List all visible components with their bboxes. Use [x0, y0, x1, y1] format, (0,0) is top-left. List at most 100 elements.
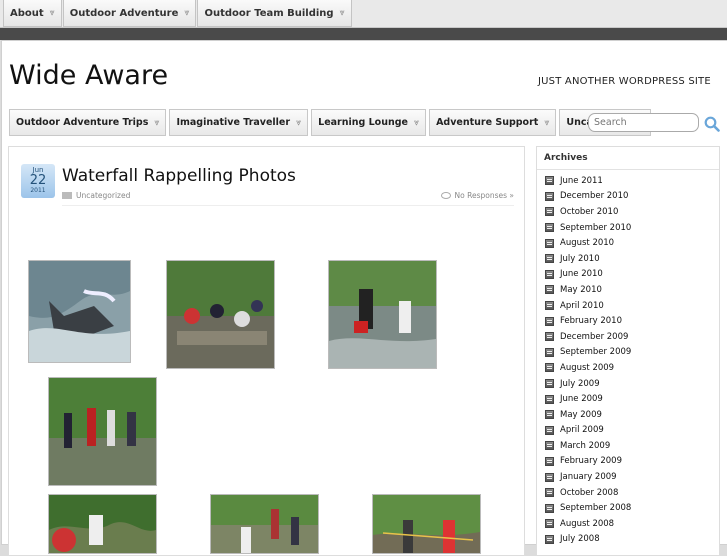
archive-link[interactable]: April 2009	[560, 425, 604, 435]
top-navigation: About ⩔ Outdoor Adventure ⩔ Outdoor Team B…	[0, 0, 727, 28]
archive-link[interactable]: February 2009	[560, 456, 622, 466]
nav-label: Adventure Support	[436, 117, 539, 128]
archive-item[interactable]: February 2010	[537, 313, 719, 329]
photo-hikers-trail[interactable]	[210, 494, 319, 554]
archive-item[interactable]: February 2009	[537, 454, 719, 470]
archive-item[interactable]: October 2010	[537, 204, 719, 220]
archives-heading: Archives	[537, 147, 719, 170]
archive-link[interactable]: March 2009	[560, 441, 610, 451]
top-nav-label: About	[10, 7, 44, 19]
header-divider-band	[0, 28, 727, 40]
site-title[interactable]: Wide Aware	[9, 60, 168, 91]
top-nav-label: Outdoor Adventure	[69, 7, 179, 19]
archive-link[interactable]: June 2011	[560, 176, 603, 186]
chevron-down-icon: ⩔	[413, 117, 420, 128]
nav-learning-lounge[interactable]: Learning Lounge ⩔	[311, 109, 427, 136]
top-nav-outdoor-team-building[interactable]: Outdoor Team Building ⩔	[197, 0, 352, 27]
nav-imaginative-traveller[interactable]: Imaginative Traveller ⩔	[169, 109, 309, 136]
archive-item[interactable]: September 2010	[537, 220, 719, 236]
archive-item[interactable]: January 2009	[537, 469, 719, 485]
archive-link[interactable]: July 2008	[560, 534, 600, 544]
top-nav-about[interactable]: About ⩔	[3, 0, 62, 27]
archive-item[interactable]: June 2011	[537, 173, 719, 189]
archive-link[interactable]: June 2009	[560, 394, 603, 404]
category-link[interactable]: Uncategorized	[76, 191, 130, 200]
main-navigation: Outdoor Adventure Trips ⩔ Imaginative Tra…	[9, 109, 654, 136]
archive-link[interactable]: April 2010	[560, 301, 604, 311]
archive-icon	[545, 332, 554, 342]
archive-link[interactable]: October 2008	[560, 488, 618, 498]
archive-link[interactable]: May 2009	[560, 410, 602, 420]
archive-item[interactable]: May 2009	[537, 407, 719, 423]
date-year: 2011	[30, 187, 46, 194]
archive-link[interactable]: August 2009	[560, 363, 614, 373]
archive-link[interactable]: September 2010	[560, 223, 631, 233]
archive-icon	[545, 238, 554, 248]
post-title[interactable]: Waterfall Rappelling Photos	[62, 166, 296, 186]
post-meta: Uncategorized No Responses »	[62, 190, 514, 206]
post-responses: No Responses »	[440, 191, 514, 200]
archive-link[interactable]: August 2010	[560, 238, 614, 248]
archive-item[interactable]: December 2009	[537, 329, 719, 345]
photo-rappel-instructor[interactable]	[372, 494, 481, 554]
archive-icon	[545, 519, 554, 529]
archive-icon	[545, 488, 554, 498]
archive-item[interactable]: July 2009	[537, 376, 719, 392]
archive-item[interactable]: August 2008	[537, 516, 719, 532]
archive-link[interactable]: February 2010	[560, 316, 622, 326]
archive-icon	[545, 316, 554, 326]
archive-item[interactable]: March 2009	[537, 438, 719, 454]
archive-icon	[545, 254, 554, 264]
archive-item[interactable]: July 2010	[537, 251, 719, 267]
archive-link[interactable]: December 2009	[560, 332, 628, 342]
archive-item[interactable]: August 2009	[537, 360, 719, 376]
search-icon[interactable]	[704, 116, 720, 132]
page-container: Wide Aware JUST ANOTHER WORDPRESS SITE O…	[1, 40, 727, 556]
photo-group-forest[interactable]	[48, 377, 157, 486]
nav-adventure-support[interactable]: Adventure Support ⩔	[429, 109, 557, 136]
archive-item[interactable]: October 2008	[537, 485, 719, 501]
archives-list: June 2011 December 2010 October 2010 Septem…	[537, 173, 719, 547]
archive-link[interactable]: December 2010	[560, 191, 628, 201]
photo-climbing-rope[interactable]	[48, 494, 157, 554]
archive-link[interactable]: June 2010	[560, 269, 603, 279]
archive-link[interactable]: July 2010	[560, 254, 600, 264]
chevron-down-icon: ⩔	[49, 8, 55, 18]
archive-link[interactable]: January 2009	[560, 472, 617, 482]
photo-group-rocks[interactable]	[166, 260, 275, 369]
photo-image	[49, 495, 156, 553]
archive-link[interactable]: September 2009	[560, 347, 631, 357]
photo-image	[211, 495, 318, 553]
photo-stream-crossing[interactable]	[328, 260, 437, 369]
archive-item[interactable]: April 2010	[537, 298, 719, 314]
archive-item[interactable]: December 2010	[537, 189, 719, 205]
archive-icon	[545, 223, 554, 233]
nav-label: Outdoor Adventure Trips	[16, 117, 149, 128]
archive-icon	[545, 285, 554, 295]
chevron-down-icon: ⩔	[339, 8, 345, 18]
archive-link[interactable]: July 2009	[560, 379, 600, 389]
archive-item[interactable]: June 2010	[537, 267, 719, 283]
archive-item[interactable]: August 2010	[537, 235, 719, 251]
archive-item[interactable]: June 2009	[537, 391, 719, 407]
top-nav-outdoor-adventure[interactable]: Outdoor Adventure ⩔	[62, 0, 197, 27]
chevron-down-icon: ⩔	[544, 117, 550, 128]
archive-item[interactable]: September 2008	[537, 500, 719, 516]
archive-icon	[545, 394, 554, 404]
archive-icon	[545, 191, 554, 201]
archive-link[interactable]: October 2010	[560, 207, 618, 217]
archive-item[interactable]: September 2009	[537, 345, 719, 361]
archive-link[interactable]: May 2010	[560, 285, 602, 295]
photo-image	[373, 495, 480, 553]
archive-item[interactable]: May 2010	[537, 282, 719, 298]
archive-link[interactable]: August 2008	[560, 519, 614, 529]
archive-item[interactable]: April 2009	[537, 423, 719, 439]
photo-waterfall-rappel[interactable]	[28, 260, 131, 363]
archive-icon	[545, 472, 554, 482]
archive-icon	[545, 269, 554, 279]
archive-link[interactable]: September 2008	[560, 503, 631, 513]
search-input[interactable]	[588, 113, 699, 132]
responses-link[interactable]: No Responses »	[455, 191, 514, 200]
nav-outdoor-adventure-trips[interactable]: Outdoor Adventure Trips ⩔	[9, 109, 167, 136]
archive-icon	[545, 503, 554, 513]
